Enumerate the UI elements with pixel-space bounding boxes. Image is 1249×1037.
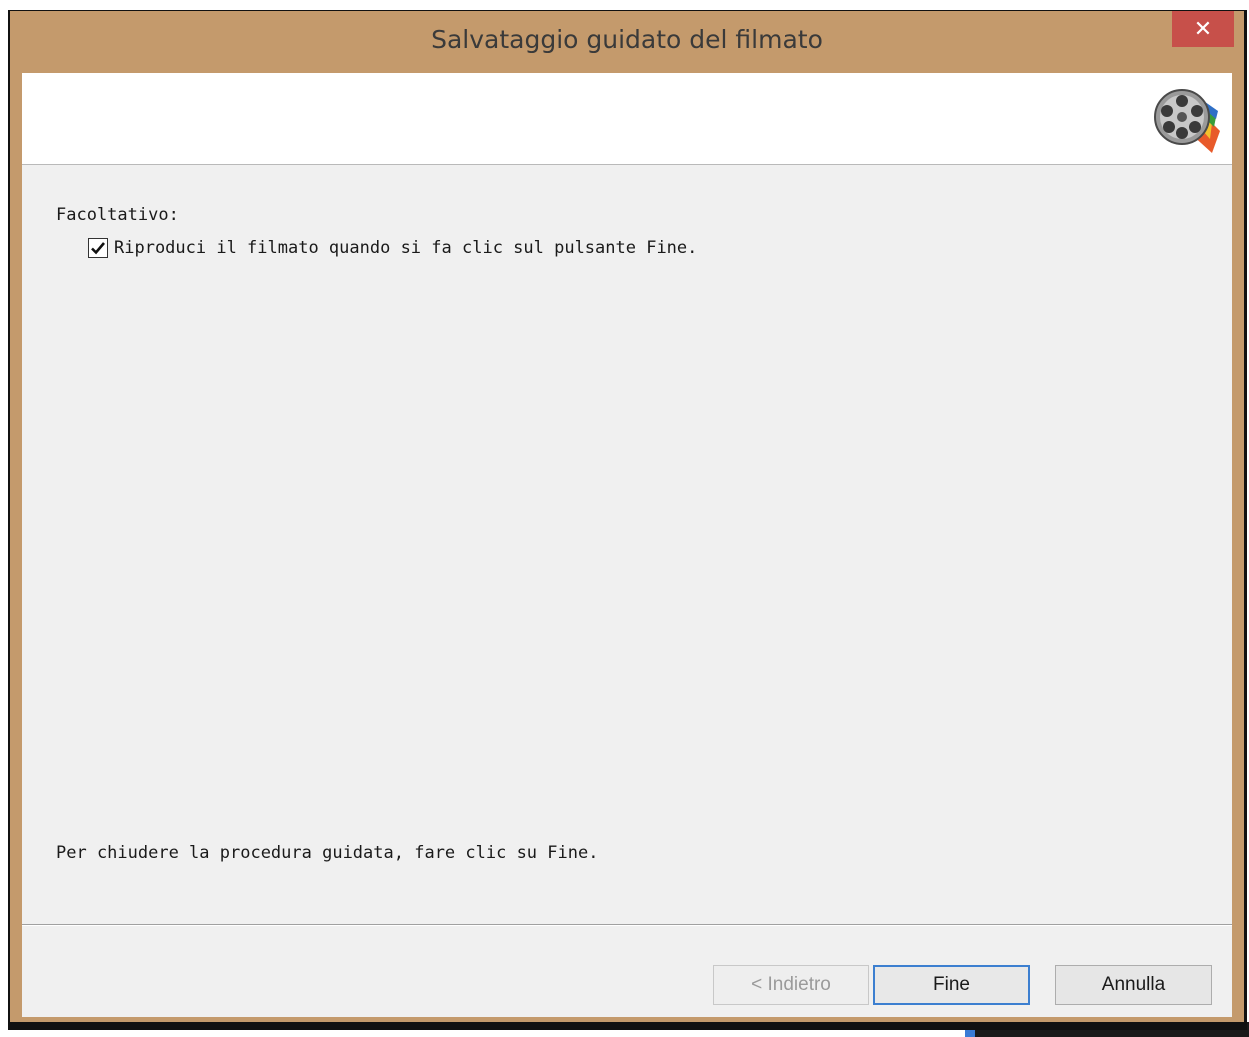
checkmark-icon [91,242,105,255]
wizard-client-area: Facoltativo: Riproduci il filmato quando… [22,73,1232,1017]
wizard-header [22,73,1232,165]
close-icon: ✕ [1193,16,1213,42]
movie-maker-film-reel-icon [1154,89,1220,153]
footer-separator [22,924,1232,926]
optional-section-label: Facoltativo: [56,205,179,225]
cancel-button[interactable]: Annulla [1055,965,1212,1005]
play-movie-label[interactable]: Riproduci il filmato quando si fa clic s… [114,238,697,258]
window-title: Salvataggio guidato del filmato [431,25,823,54]
back-button[interactable]: < Indietro [713,965,869,1005]
finish-button[interactable]: Fine [873,965,1030,1005]
play-movie-checkbox[interactable] [88,238,108,258]
finish-hint-text: Per chiudere la procedura guidata, fare … [56,843,599,863]
title-bar[interactable]: Salvataggio guidato del filmato ✕ [10,11,1244,73]
wizard-window: Salvataggio guidato del filmato ✕ Facolt… [10,11,1244,1022]
close-button[interactable]: ✕ [1172,11,1234,47]
play-movie-option[interactable]: Riproduci il filmato quando si fa clic s… [88,238,697,258]
